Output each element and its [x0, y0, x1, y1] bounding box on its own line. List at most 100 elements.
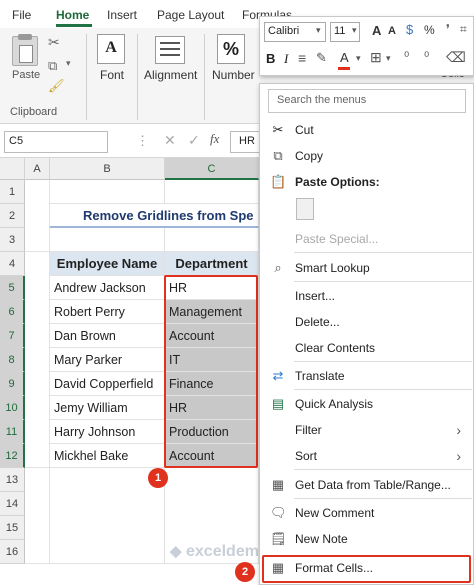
menu-item-new-comment[interactable]: 🗨 New Comment [260, 501, 473, 525]
row-header[interactable]: 12 [0, 444, 25, 468]
row-header[interactable]: 9 [0, 372, 25, 396]
menu-item-copy[interactable]: ⧉ Copy [260, 144, 473, 168]
table-cell-department[interactable]: IT [165, 348, 259, 372]
enter-icon[interactable]: ✓ [188, 132, 200, 149]
row-header[interactable]: 8 [0, 348, 25, 372]
alignment-icon[interactable] [155, 36, 185, 64]
column-header[interactable]: B [50, 158, 165, 180]
number-group-label[interactable]: Number [212, 68, 255, 82]
table-cell-department[interactable]: Account [165, 324, 259, 348]
table-cell-department[interactable]: Account [165, 444, 259, 468]
row-header[interactable]: 11 [0, 420, 25, 444]
alignment-group-label[interactable]: Alignment [144, 68, 197, 82]
table-cell-name[interactable]: Robert Perry [50, 300, 165, 324]
bold-icon[interactable]: B [266, 51, 275, 66]
borders-dropdown-icon[interactable]: ▾ [386, 53, 391, 64]
paste-icon[interactable] [12, 34, 38, 66]
table-cell-department[interactable]: HR [165, 396, 259, 420]
italic-icon[interactable]: I [284, 51, 288, 67]
row-header[interactable]: 1 [0, 180, 25, 204]
menu-item-get-data[interactable]: ▦ Get Data from Table/Range... [260, 473, 473, 497]
font-color-dropdown-icon[interactable]: ▾ [356, 53, 361, 64]
table-cell-department[interactable]: HR [165, 276, 259, 300]
cell[interactable] [165, 228, 259, 252]
highlight-icon[interactable]: ✎ [316, 50, 327, 66]
empty-cells[interactable] [50, 468, 165, 564]
insert-function-icon[interactable]: fx [210, 131, 219, 147]
decrease-decimal-icon[interactable]: ⁰ [424, 49, 429, 65]
row-header[interactable]: 10 [0, 396, 25, 420]
copy-icon[interactable]: ⧉ [48, 58, 57, 74]
font-name-dropdown-icon[interactable]: ▾ [316, 25, 321, 36]
borders-icon[interactable]: ⊞ [370, 49, 382, 66]
paste-button-label[interactable]: Paste [12, 69, 40, 81]
table-cell-name[interactable]: Mickhel Bake [50, 444, 165, 468]
font-color-icon[interactable]: A [340, 50, 349, 65]
select-all-corner[interactable] [0, 158, 25, 180]
name-box[interactable]: C5 [4, 131, 108, 153]
cell[interactable] [50, 180, 165, 204]
paste-option-icon[interactable] [296, 198, 314, 220]
increase-decimal-icon[interactable]: ⁰ [404, 49, 409, 65]
column-header[interactable]: C [165, 158, 259, 180]
decrease-font-icon[interactable]: A [388, 25, 396, 37]
percent-style-icon[interactable]: % [424, 23, 435, 37]
currency-icon[interactable]: $ [406, 22, 413, 37]
row-header[interactable]: 3 [0, 228, 25, 252]
table-cell-name[interactable]: Jemy William [50, 396, 165, 420]
table-cell-name[interactable]: Harry Johnson [50, 420, 165, 444]
align-center-icon[interactable]: ≡ [298, 50, 306, 66]
table-cell-name[interactable]: Dan Brown [50, 324, 165, 348]
row-header[interactable]: 6 [0, 300, 25, 324]
row-header[interactable]: 13 [0, 468, 25, 492]
search-menus-input[interactable]: Search the menus [268, 89, 466, 113]
table-cell-department[interactable]: Production [165, 420, 259, 444]
menu-item-cut[interactable]: ✂ Cut [260, 118, 473, 142]
tab-file[interactable]: File [12, 8, 31, 22]
menu-item-quick-analysis[interactable]: ▤ Quick Analysis [260, 392, 473, 416]
table-cell-department[interactable]: Finance [165, 372, 259, 396]
clear-format-icon[interactable]: ⌫ [446, 49, 466, 66]
menu-item-sort[interactable]: Sort › [260, 444, 473, 468]
copy-dropdown-icon[interactable]: ▾ [66, 58, 71, 69]
column-a-cells[interactable] [25, 252, 50, 468]
format-painter-icon[interactable]: 🖌 [48, 78, 65, 94]
menu-item-translate[interactable]: ⇄ Translate [260, 364, 473, 388]
empty-cells[interactable] [25, 180, 50, 252]
cell[interactable] [165, 180, 259, 204]
table-cell-department[interactable]: Management [165, 300, 259, 324]
empty-cells[interactable] [25, 468, 50, 564]
font-icon[interactable]: A [97, 34, 125, 64]
table-cell-name[interactable]: Andrew Jackson [50, 276, 165, 300]
row-header[interactable]: 4 [0, 252, 25, 276]
column-header[interactable]: A [25, 158, 50, 180]
row-header[interactable]: 16 [0, 540, 25, 564]
row-header[interactable]: 7 [0, 324, 25, 348]
increase-font-icon[interactable]: A [372, 23, 381, 38]
cut-icon[interactable]: ✂ [48, 34, 60, 51]
format-painter-icon[interactable]: ⌗ [460, 22, 467, 37]
menu-item-format-cells[interactable]: ▦ Format Cells... [260, 556, 473, 580]
tab-page-layout[interactable]: Page Layout [157, 8, 224, 22]
menu-item-smart-lookup[interactable]: ⌕ Smart Lookup [260, 256, 473, 280]
row-header[interactable]: 5 [0, 276, 25, 300]
row-header[interactable]: 14 [0, 492, 25, 516]
row-header[interactable]: 2 [0, 204, 25, 228]
percent-icon[interactable]: % [217, 34, 245, 64]
comma-style-icon[interactable]: ❜ [446, 22, 450, 36]
menu-item-new-note[interactable]: 🗒 New Note [260, 527, 473, 551]
tab-insert[interactable]: Insert [107, 8, 137, 22]
table-cell-name[interactable]: David Copperfield [50, 372, 165, 396]
menu-item-filter[interactable]: Filter › [260, 418, 473, 442]
font-size-dropdown-icon[interactable]: ▾ [352, 25, 357, 36]
menu-item-paste-special[interactable]: Paste Special... [260, 227, 473, 251]
cell[interactable] [50, 228, 165, 252]
table-cell-name[interactable]: Mary Parker [50, 348, 165, 372]
menu-item-delete[interactable]: Delete... [260, 310, 473, 334]
formula-input[interactable]: HR [230, 131, 260, 153]
cancel-icon[interactable]: ✕ [164, 132, 176, 149]
font-group-label[interactable]: Font [100, 68, 124, 82]
menu-item-insert[interactable]: Insert... [260, 284, 473, 308]
menu-item-clear-contents[interactable]: Clear Contents [260, 336, 473, 360]
row-header[interactable]: 15 [0, 516, 25, 540]
